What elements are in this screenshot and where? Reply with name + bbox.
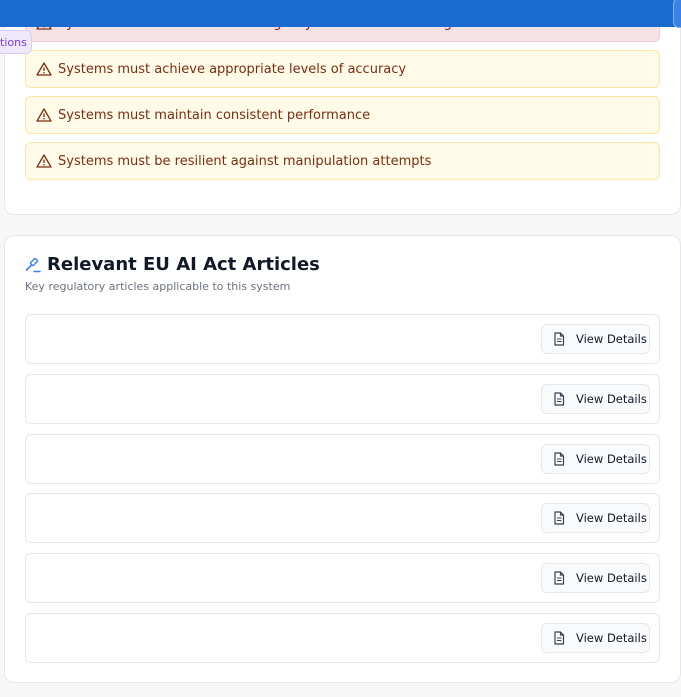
header-button[interactable] bbox=[673, 0, 681, 28]
warning-triangle-icon bbox=[36, 108, 52, 122]
document-icon bbox=[554, 392, 565, 406]
view-details-label: View Details bbox=[576, 391, 647, 406]
requirement-text: Systems must maintain consistent perform… bbox=[58, 107, 371, 123]
section-subtitle: Key regulatory articles applicable to th… bbox=[25, 280, 291, 293]
view-details-label: View Details bbox=[576, 511, 647, 526]
requirements-list: Systems must maintain human agency and d… bbox=[25, 4, 660, 188]
requirement-item: Systems must be resilient against manipu… bbox=[25, 142, 660, 180]
article-row: View Details bbox=[25, 314, 660, 364]
view-details-button[interactable]: View Details bbox=[541, 324, 650, 354]
warning-triangle-icon bbox=[36, 62, 52, 76]
requirements-card: Systems must maintain human agency and d… bbox=[4, 0, 681, 215]
requirement-text: Systems must achieve appropriate levels … bbox=[58, 61, 407, 77]
tab-fragment-label: tions bbox=[0, 35, 27, 49]
section-title: Relevant EU AI Act Articles bbox=[47, 254, 320, 275]
view-details-label: View Details bbox=[576, 630, 647, 645]
warning-triangle-icon bbox=[36, 154, 52, 168]
view-details-button[interactable]: View Details bbox=[541, 563, 650, 594]
view-details-button[interactable]: View Details bbox=[541, 383, 650, 414]
article-row: View Details bbox=[25, 373, 660, 424]
requirement-item: Systems must achieve appropriate levels … bbox=[25, 50, 660, 88]
requirement-item: Systems must maintain consistent perform… bbox=[25, 96, 660, 134]
eu-ai-act-articles-card: Relevant EU AI Act Articles Key regulato… bbox=[4, 235, 681, 683]
gavel-icon bbox=[25, 257, 41, 273]
document-icon bbox=[554, 511, 565, 525]
article-row: View Details bbox=[25, 493, 660, 544]
document-icon bbox=[554, 451, 565, 466]
view-details-button[interactable]: View Details bbox=[541, 622, 650, 653]
document-icon bbox=[554, 571, 565, 585]
article-row: View Details bbox=[25, 433, 660, 484]
document-icon bbox=[554, 332, 565, 346]
article-row: View Details bbox=[25, 612, 660, 663]
view-details-label: View Details bbox=[576, 451, 647, 466]
requirement-text: Systems must be resilient against manipu… bbox=[58, 153, 432, 169]
view-details-label: View Details bbox=[576, 332, 647, 346]
view-details-label: View Details bbox=[576, 571, 647, 586]
document-icon bbox=[554, 631, 565, 645]
view-details-button[interactable]: View Details bbox=[541, 443, 650, 474]
app-header-bar bbox=[0, 0, 681, 28]
tab-fragment[interactable]: tions bbox=[0, 30, 32, 54]
articles-list: View Details View Details View Details V… bbox=[25, 314, 660, 673]
view-details-button[interactable]: View Details bbox=[541, 503, 650, 534]
article-row: View Details bbox=[25, 553, 660, 604]
